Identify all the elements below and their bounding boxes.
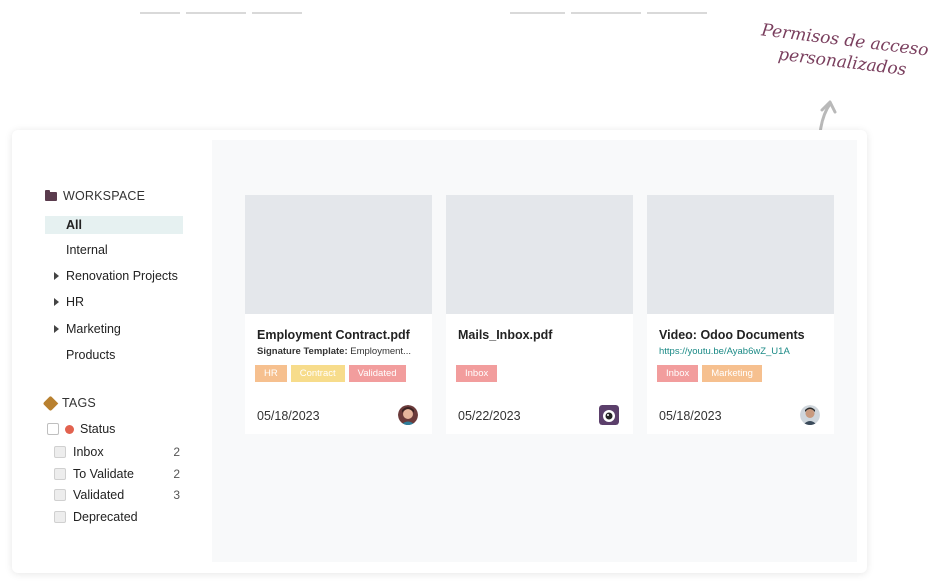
- tag-list: HR Contract Validated: [255, 365, 406, 382]
- status-dot-icon: [65, 424, 74, 434]
- sidebar-item-marketing[interactable]: Marketing: [45, 320, 183, 338]
- caret-right-icon[interactable]: [54, 272, 59, 280]
- tag-filter-deprecated[interactable]: Deprecated: [54, 510, 180, 524]
- document-card[interactable]: Employment Contract.pdf Signature Templa…: [245, 195, 432, 434]
- tag-count: 2: [173, 445, 180, 459]
- tag-pill[interactable]: Contract: [290, 365, 345, 382]
- document-thumbnail[interactable]: [245, 195, 432, 314]
- caret-right-icon[interactable]: [54, 325, 59, 333]
- document-card[interactable]: Video: Odoo Documents https://youtu.be/A…: [647, 195, 834, 434]
- tag-count: 3: [173, 488, 180, 502]
- sidebar: WORKSPACE All Internal Renovation Projec…: [12, 130, 212, 573]
- document-date: 05/18/2023: [659, 409, 722, 423]
- sidebar-item-hr[interactable]: HR: [45, 293, 183, 311]
- tag-filter-to-validate[interactable]: To Validate 2: [54, 467, 180, 481]
- status-filter[interactable]: Status: [47, 422, 115, 436]
- tag-pill[interactable]: HR: [255, 365, 287, 382]
- document-date: 05/18/2023: [257, 409, 320, 423]
- tag-filter-validated[interactable]: Validated 3: [54, 488, 180, 502]
- document-thumbnail[interactable]: [446, 195, 633, 314]
- tag-pill[interactable]: Inbox: [657, 365, 699, 382]
- document-thumbnail[interactable]: [647, 195, 834, 314]
- caret-right-icon[interactable]: [54, 298, 59, 306]
- document-name: Employment Contract.pdf: [257, 328, 410, 342]
- tag-pill[interactable]: Validated: [348, 365, 406, 382]
- sidebar-item-label: All: [66, 218, 82, 232]
- tag-list: Inbox Marketing: [657, 365, 762, 382]
- faded-header-text: [140, 4, 340, 14]
- sidebar-item-internal[interactable]: Internal: [45, 241, 183, 259]
- document-card[interactable]: Mails_Inbox.pdf Inbox 05/22/2023: [446, 195, 633, 434]
- tags-title: TAGS: [62, 396, 96, 410]
- document-link[interactable]: https://youtu.be/Ayab6wZ_U1A: [659, 346, 790, 357]
- user-avatar-icon[interactable]: [398, 405, 418, 425]
- tag-list: Inbox: [456, 365, 498, 382]
- user-avatar-icon[interactable]: [800, 405, 820, 425]
- status-checkbox[interactable]: [47, 423, 59, 435]
- document-subtitle: Signature Template: Employment...: [257, 346, 411, 357]
- annotation-callout: Permisos de acceso personalizados: [747, 18, 941, 85]
- robot-avatar-icon[interactable]: [599, 405, 619, 425]
- sidebar-item-label: HR: [66, 295, 85, 309]
- tag-count: 2: [173, 467, 180, 481]
- sidebar-item-label: Marketing: [66, 322, 121, 336]
- document-grid: Employment Contract.pdf Signature Templa…: [212, 140, 857, 562]
- sidebar-item-renovation-projects[interactable]: Renovation Projects: [45, 267, 183, 285]
- tag-icon: [42, 395, 59, 411]
- tag-pill[interactable]: Inbox: [456, 365, 498, 382]
- sidebar-item-label: Renovation Projects: [66, 269, 178, 283]
- tag-label: Validated: [73, 488, 125, 502]
- tags-header: TAGS: [42, 395, 96, 411]
- subtitle-value: Employment...: [347, 346, 411, 357]
- tag-label: Inbox: [73, 445, 104, 459]
- tag-pill[interactable]: Marketing: [702, 365, 762, 382]
- workspace-title: WORKSPACE: [63, 189, 146, 203]
- tag-checkbox[interactable]: [54, 468, 66, 480]
- status-label: Status: [80, 422, 116, 436]
- workspace-header: WORKSPACE: [45, 189, 145, 203]
- sidebar-item-label: Products: [66, 348, 116, 362]
- document-name: Video: Odoo Documents: [659, 328, 805, 342]
- faded-header-text: [510, 4, 730, 14]
- sidebar-item-all[interactable]: All: [45, 216, 183, 234]
- subtitle-label: Signature Template:: [257, 346, 348, 357]
- tag-checkbox[interactable]: [54, 446, 66, 458]
- tag-filter-inbox[interactable]: Inbox 2: [54, 445, 180, 459]
- sidebar-item-products[interactable]: Products: [45, 346, 183, 364]
- tag-checkbox[interactable]: [54, 489, 66, 501]
- document-date: 05/22/2023: [458, 409, 521, 423]
- tag-label: To Validate: [73, 467, 134, 481]
- folder-icon: [45, 189, 57, 201]
- tag-checkbox[interactable]: [54, 511, 66, 523]
- documents-app-window: WORKSPACE All Internal Renovation Projec…: [12, 130, 867, 573]
- document-name: Mails_Inbox.pdf: [458, 328, 553, 342]
- sidebar-item-label: Internal: [66, 243, 108, 257]
- tag-label: Deprecated: [73, 510, 138, 524]
